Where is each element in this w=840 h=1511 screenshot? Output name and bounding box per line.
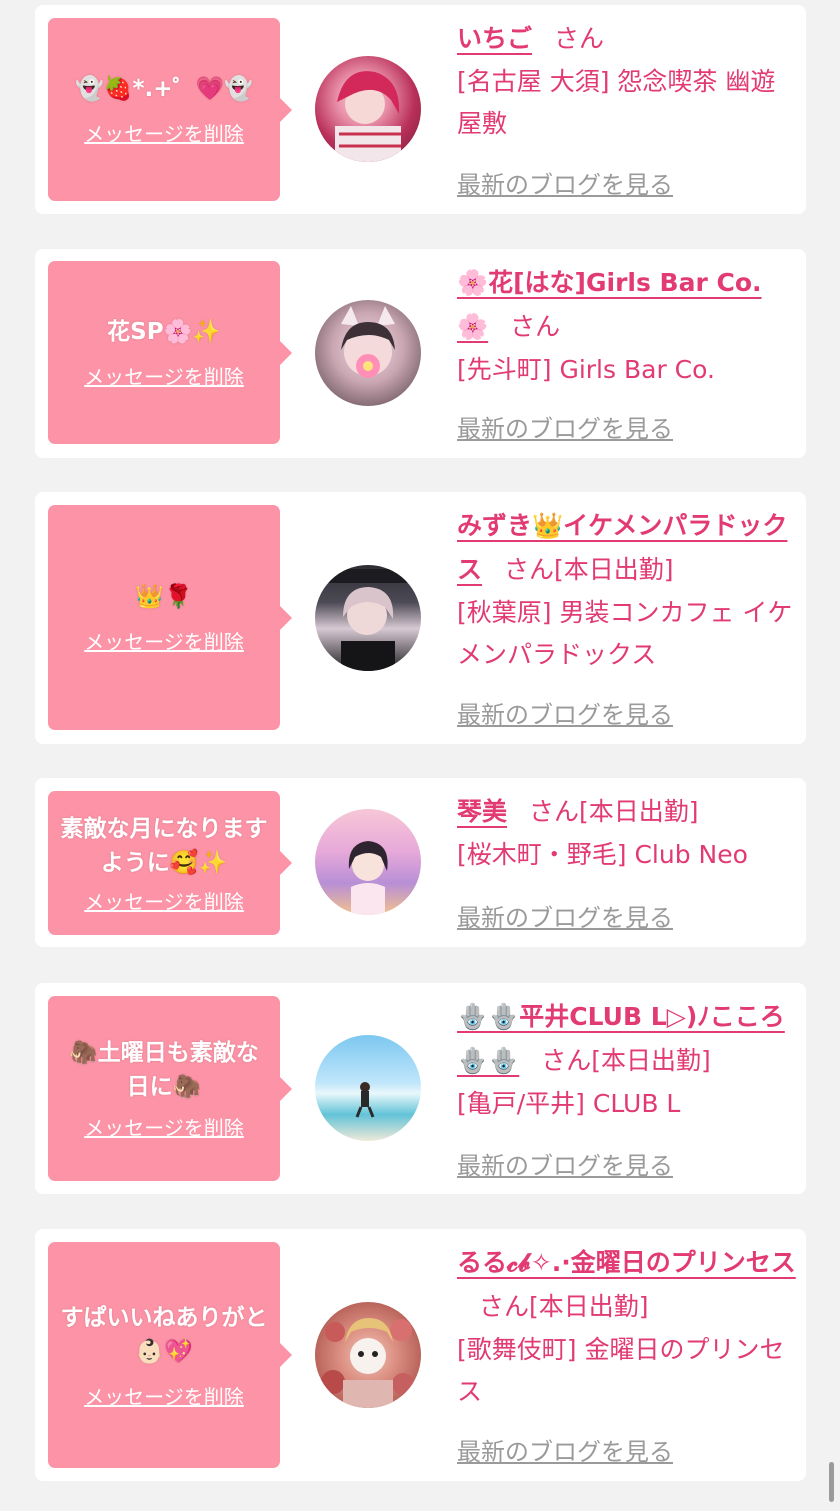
avatar[interactable] [315,300,421,406]
message-text: 👻🍓*.+゜💗👻 [75,76,253,102]
cast-name-link[interactable]: 琴美 [457,797,507,826]
scrollbar[interactable] [829,1462,834,1502]
message-text: すぱいいねありがと👶🏻💖 [60,1304,268,1365]
cast-info: 🪬🪬平井CLUB L▷)ﾉこころ🪬🪬 さん[本日出勤] [亀戸/平井] CLUB … [457,995,796,1125]
message-text: 素敵な月になりますように🥰✨ [60,815,268,876]
cast-info: みずき👑イケメンパラドックス さん[本日出勤] [秋葉原] 男装コンカフェ イケメ… [457,504,796,676]
shop-name: [亀戸/平井] CLUB L [457,1089,681,1118]
status-label: [本日出勤] [529,1292,649,1321]
status-label: [本日出勤] [579,797,699,826]
message-text: 👑🌹 [135,584,193,610]
message-bubble: 👑🌹 メッセージを削除 [48,505,292,730]
shop-name: [秋葉原] 男装コンカフェ イケメンパラドックス [457,598,793,669]
message-card: 素敵な月になりますように🥰✨ メッセージを削除 琴美 さん[本日出勤] [桜木町・… [35,778,806,947]
san-label: さん [529,797,580,826]
san-label: さん [541,1046,592,1075]
cast-info: いちご さん [名古屋 大須] 怨念喫茶 幽遊屋敷 [457,17,796,145]
shop-name: [桜木町・野毛] Club Neo [457,840,748,869]
latest-blog-link[interactable]: 最新のブログを見る [457,695,673,730]
san-label: さん [510,312,561,341]
latest-blog-link[interactable]: 最新のブログを見る [457,898,673,933]
message-card: 🦣土曜日も素敵な日に🦣 メッセージを削除 🪬🪬平井CLUB L▷)ﾉこころ🪬🪬 さ… [35,983,806,1194]
message-bubble: 🦣土曜日も素敵な日に🦣 メッセージを削除 [48,996,292,1181]
san-label: さん [554,24,605,53]
cast-name-link[interactable]: るる𝓬𝓫✧.·金曜日のプリンセス [457,1248,796,1277]
avatar-image [321,1318,414,1408]
avatar-image [355,1082,375,1118]
avatar[interactable] [315,1302,421,1408]
cast-name-link[interactable]: 🌸花[はな]Girls Bar Co. 🌸 [457,268,762,341]
latest-blog-link[interactable]: 最新のブログを見る [457,1432,673,1467]
message-card: 花SP🌸✨ メッセージを削除 🌸花[はな]Girls Bar Co. 🌸 さん [… [35,249,806,458]
cast-info: るる𝓬𝓫✧.·金曜日のプリンセスさん[本日出勤] [歌舞伎町] 金曜日のプリンセ… [457,1241,796,1413]
avatar-image [341,306,395,378]
latest-blog-link[interactable]: 最新のブログを見る [457,1146,673,1181]
delete-message-link[interactable]: メッセージを削除 [84,886,244,915]
latest-blog-link[interactable]: 最新のブログを見る [457,409,673,444]
message-bubble: すぱいいねありがと👶🏻💖 メッセージを削除 [48,1242,292,1468]
delete-message-link[interactable]: メッセージを削除 [84,361,244,390]
avatar-image [335,71,401,162]
avatar[interactable] [315,1035,421,1141]
message-card: 👑🌹 メッセージを削除 みずき👑イケメンパラドックス さん[本日出勤] [秋葉原]… [35,492,806,744]
message-card: 👻🍓*.+゜💗👻 メッセージを削除 いちご さん [名古屋 大須] 怨念喫茶 幽遊… [35,5,806,214]
message-bubble: 👻🍓*.+゜💗👻 メッセージを削除 [48,18,292,201]
message-text: 花SP🌸✨ [107,319,221,345]
delete-message-link[interactable]: メッセージを削除 [84,1381,244,1410]
san-label: さん [504,555,555,584]
status-label: [本日出勤] [591,1046,711,1075]
delete-message-link[interactable]: メッセージを削除 [84,626,244,655]
message-card: すぱいいねありがと👶🏻💖 メッセージを削除 るる𝓬𝓫✧.·金曜日のプリンセスさん… [35,1229,806,1481]
san-label: さん [479,1292,530,1321]
avatar-image [348,841,388,915]
shop-name: [名古屋 大須] 怨念喫茶 幽遊屋敷 [457,67,776,138]
message-bubble: 花SP🌸✨ メッセージを削除 [48,261,292,444]
avatar[interactable] [315,565,421,671]
cast-info: 🌸花[はな]Girls Bar Co. 🌸 さん [先斗町] Girls Bar … [457,261,796,391]
delete-message-link[interactable]: メッセージを削除 [84,118,244,147]
avatar[interactable] [315,809,421,915]
status-label: [本日出勤] [554,555,674,584]
avatar-image [315,569,421,671]
latest-blog-link[interactable]: 最新のブログを見る [457,165,673,200]
message-bubble: 素敵な月になりますように🥰✨ メッセージを削除 [48,791,292,935]
message-text: 🦣土曜日も素敵な日に🦣 [69,1040,259,1100]
cast-name-link[interactable]: いちご [457,24,532,53]
shop-name: [歌舞伎町] 金曜日のプリンセス [457,1335,785,1406]
avatar[interactable] [315,56,421,162]
shop-name: [先斗町] Girls Bar Co. [457,355,715,384]
delete-message-link[interactable]: メッセージを削除 [84,1112,244,1141]
cast-info: 琴美 さん[本日出勤] [桜木町・野毛] Club Neo [457,790,796,876]
